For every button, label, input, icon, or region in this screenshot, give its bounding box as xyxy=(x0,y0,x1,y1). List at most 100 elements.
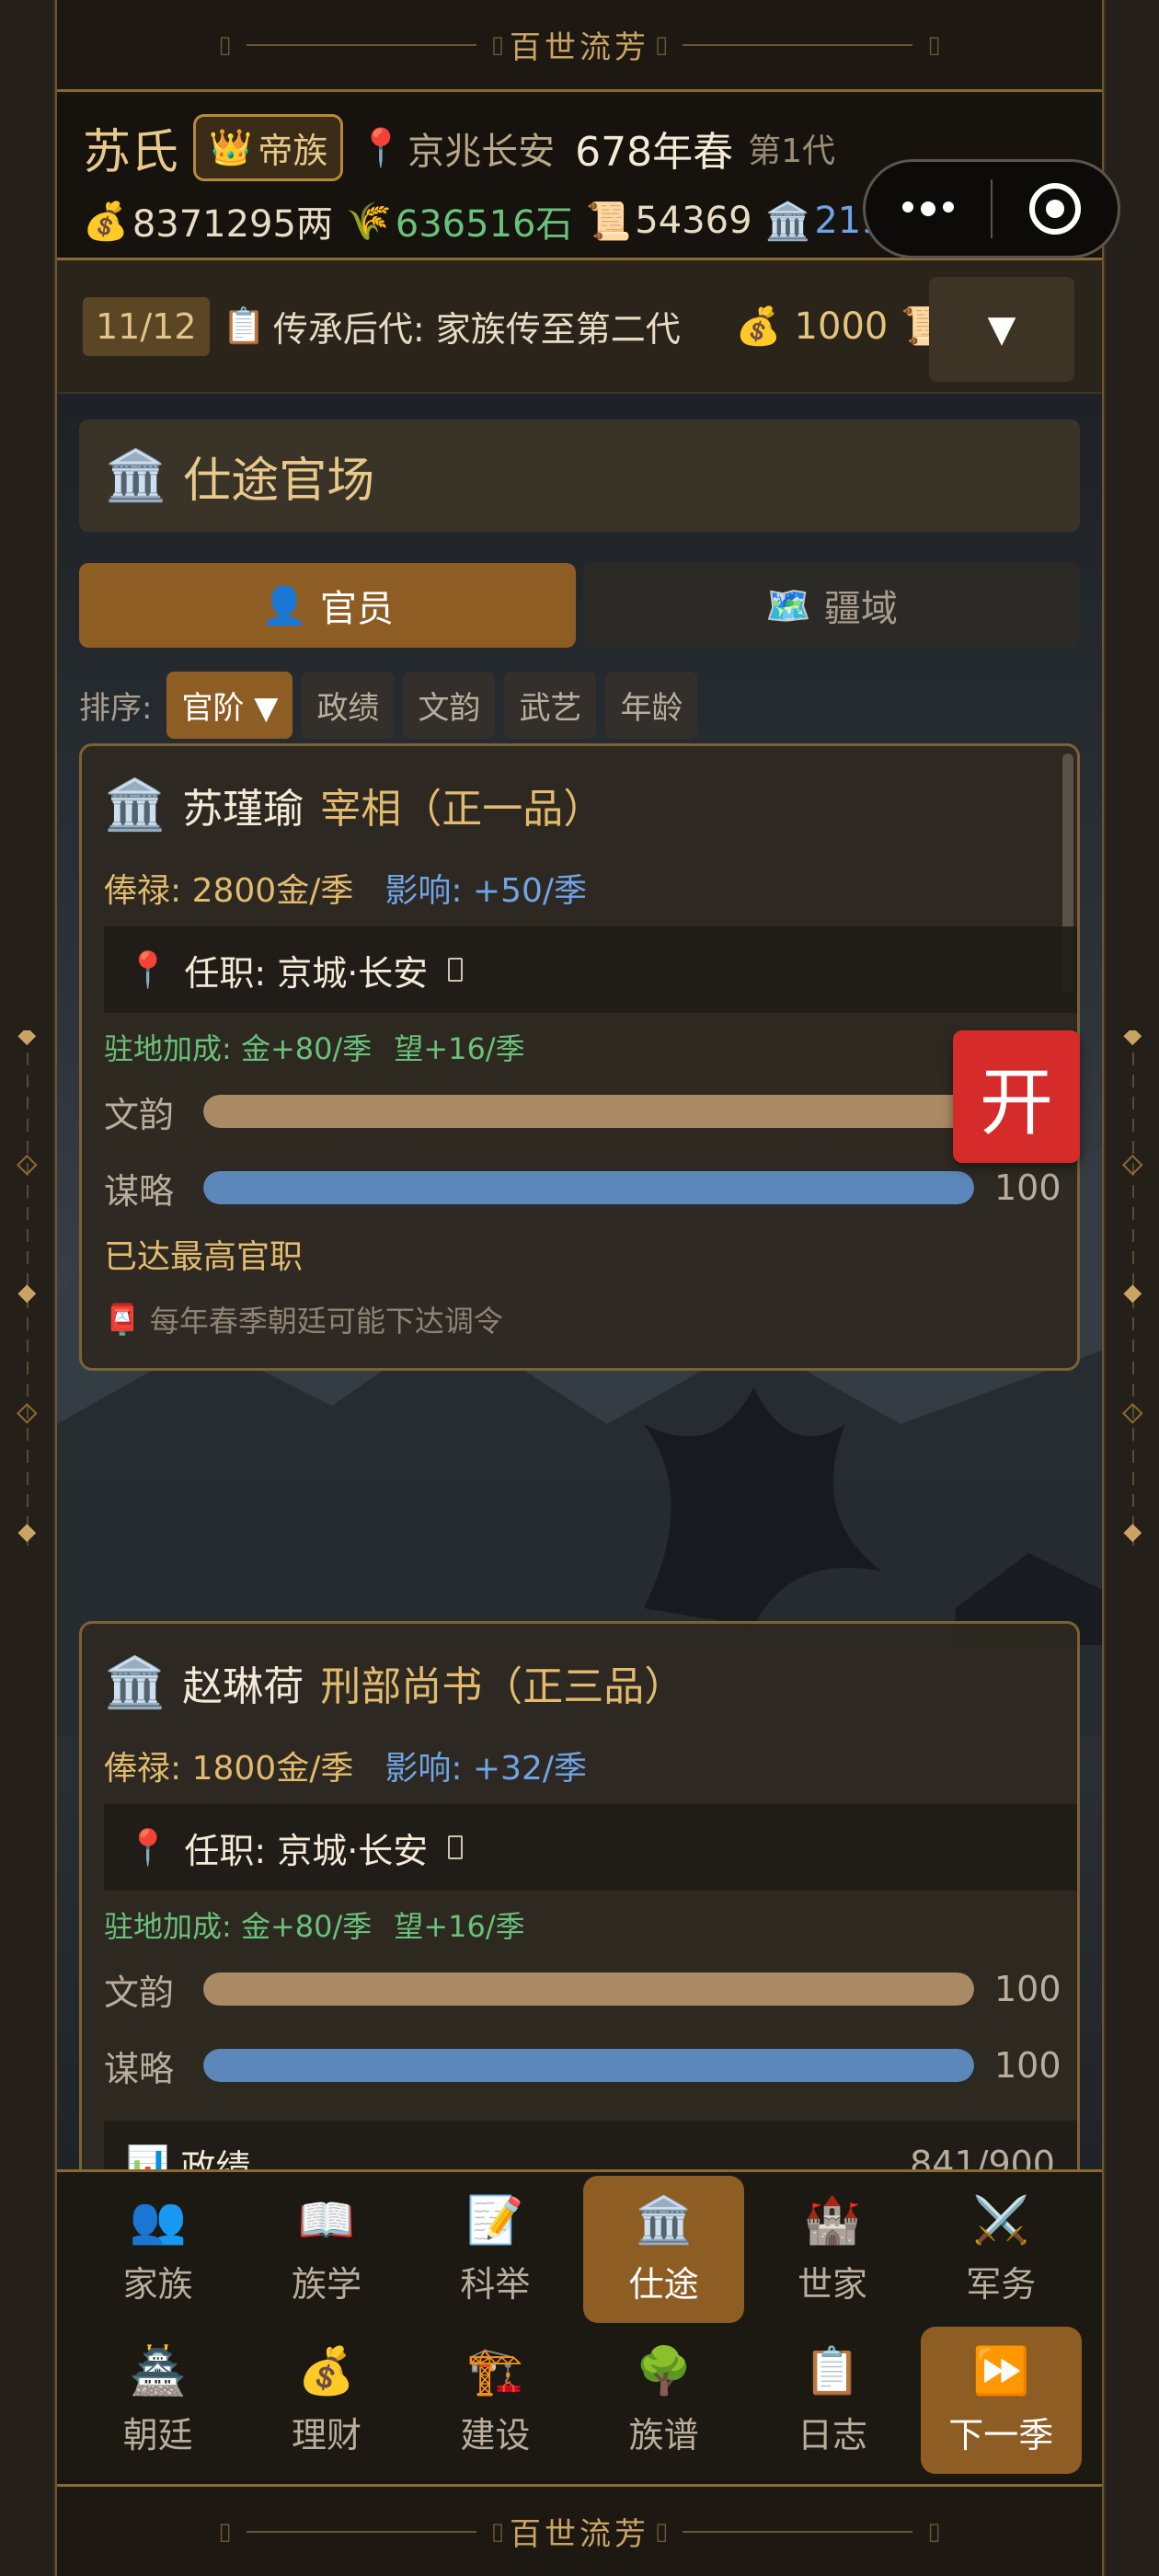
banner-line xyxy=(683,43,913,46)
resource-gold: 💰 8371295两 xyxy=(83,194,333,247)
banner-cap-mid: ▯ xyxy=(490,30,504,59)
scroll-icon: 📜 xyxy=(585,200,632,243)
postbox-icon: 📮 xyxy=(104,1302,141,1337)
stat-bar-fill xyxy=(203,1972,974,2006)
book-icon: 📖 xyxy=(297,2192,356,2247)
stat-value: 100 xyxy=(994,1969,1061,2009)
task-description: 📋 传承后代: 家族传至第二代 xyxy=(223,301,681,351)
bonus-fame: 望+16/季 xyxy=(394,1031,525,1066)
dot xyxy=(921,201,935,216)
sort-option-martial[interactable]: 武艺 xyxy=(504,672,597,739)
grain-value: 636516石 xyxy=(395,203,573,246)
nav-row-2: 🏯 朝廷 💰 理财 🏗️ 建设 🌳 族谱 📋 日志 ⏩ 下一季 xyxy=(74,2327,1085,2474)
post-label: 任职: 京城·长安 xyxy=(184,1830,429,1871)
official-rank: 刑部尚书（正三品） xyxy=(320,1663,685,1710)
target-icon xyxy=(1029,183,1081,235)
stat-bar xyxy=(203,1171,974,1204)
tab-label: 疆域 xyxy=(823,588,898,630)
nav-item-military[interactable]: ⚔️ 军务 xyxy=(921,2176,1082,2323)
banner-cap-left: ▯ xyxy=(218,2517,232,2546)
official-title: 🏛️ 苏瑾瑜 宰相（正一品） xyxy=(104,776,603,834)
tab-territory[interactable]: 🗺️ 疆域 xyxy=(583,563,1080,648)
post-row[interactable]: 📍 任职: 京城·长安 xyxy=(104,926,1077,1013)
sort-option-rank[interactable]: 官阶 ▼ xyxy=(166,672,293,739)
close-miniprogram-button[interactable] xyxy=(993,183,1118,235)
banner-cap-right: ▯ xyxy=(927,30,941,59)
government-icon: 🏛️ xyxy=(104,776,166,834)
nav-item-exam[interactable]: 📝 科举 xyxy=(415,2176,576,2323)
main-content[interactable]: 🏛️ 仕途官场 👤 官员 🗺️ 疆域 排序: 官阶 ▼ 政绩 文韵 武艺 年龄 xyxy=(57,394,1102,2169)
official-title: 🏛️ 赵琳荷 刑部尚书（正三品） xyxy=(104,1653,684,1712)
family-name: 苏氏 xyxy=(83,125,179,180)
sort-option-literary[interactable]: 文韵 xyxy=(403,672,496,739)
more-menu-button[interactable] xyxy=(866,201,991,216)
nav-label: 族学 xyxy=(291,2263,361,2305)
official-rank: 宰相（正一品） xyxy=(320,786,604,833)
caret-down-icon: ▼ xyxy=(987,308,1016,351)
bottom-banner: ▯ ▯ 百世流芳 ▯ ▯ xyxy=(57,2484,1102,2576)
task-counter: 11/12 xyxy=(83,296,210,356)
stat-bar xyxy=(203,2049,974,2082)
exam-icon: 📝 xyxy=(466,2192,524,2247)
nav-label: 家族 xyxy=(122,2263,193,2305)
nav-label: 军务 xyxy=(966,2263,1037,2305)
nav-item-build[interactable]: 🏗️ 建设 xyxy=(415,2327,576,2474)
dot xyxy=(902,201,913,213)
official-card[interactable]: 🏛️ 苏瑾瑜 宰相（正一品） 俸禄: 2800金/季 影响: +50/季 📍 任… xyxy=(79,743,1080,1371)
nav-item-school[interactable]: 📖 族学 xyxy=(246,2176,407,2323)
edit-icon[interactable] xyxy=(448,1835,464,1859)
post-row[interactable]: 📍 任职: 京城·长安 xyxy=(104,1804,1077,1891)
banner-title: 百世流芳 xyxy=(510,2516,649,2553)
government-icon: 🏛️ xyxy=(764,200,811,243)
nav-item-family[interactable]: 👥 家族 xyxy=(77,2176,238,2323)
status-badge[interactable]: 👑 帝族 xyxy=(193,114,344,181)
stat-row-strategy: 谋略 100 xyxy=(104,2042,1061,2089)
salary: 俸禄: 2800金/季 xyxy=(104,872,354,910)
nav-item-genealogy[interactable]: 🌳 族谱 xyxy=(583,2327,744,2474)
task-text: 传承后代: 家族传至第二代 xyxy=(272,309,681,350)
task-dropdown-button[interactable]: ▼ xyxy=(929,277,1074,382)
bonus-gold: 驻地加成: 金+80/季 xyxy=(104,1031,373,1066)
scroll-value: 54369 xyxy=(635,200,752,242)
clipboard-icon: 📋 xyxy=(803,2343,862,2398)
banner-line xyxy=(246,43,476,46)
nav-item-court[interactable]: 🏯 朝廷 xyxy=(77,2327,238,2474)
stat-row-literary: 文韵 100 xyxy=(104,1966,1061,2013)
banner-cap-mid: ▯ xyxy=(490,2517,504,2546)
person-icon: 👤 xyxy=(261,584,307,627)
nav-item-career[interactable]: 🏛️ 仕途 xyxy=(582,2176,745,2323)
open-label: 开 xyxy=(980,1060,1053,1145)
tab-officials[interactable]: 👤 官员 xyxy=(79,563,576,648)
crane-icon: 🏗️ xyxy=(466,2343,524,2398)
merit-label: 政绩 xyxy=(180,2146,251,2170)
tree-icon: 🌳 xyxy=(635,2343,693,2398)
banner-line xyxy=(683,2530,913,2533)
stat-label: 文韵 xyxy=(104,1972,175,2013)
open-floating-button[interactable]: 开 xyxy=(953,1030,1080,1163)
sort-option-merit[interactable]: 政绩 xyxy=(302,672,395,739)
miniprogram-capsule xyxy=(863,159,1120,259)
stat-bar-fill xyxy=(203,1095,974,1128)
family-header: 苏氏 👑 帝族 📍 京兆长安 678年春 第1代 💰 8371295两 🌾 63… xyxy=(57,95,1120,260)
post-label: 任职: 京城·长安 xyxy=(184,952,429,994)
section-title: 仕途官场 xyxy=(183,453,375,509)
money-bag-icon: 💰 xyxy=(297,2343,356,2398)
money-bag-icon: 💰 xyxy=(735,305,782,348)
banner-cap-mid: ▯ xyxy=(655,2517,669,2546)
stat-label: 谋略 xyxy=(104,1170,175,1212)
nav-item-log[interactable]: 📋 日志 xyxy=(752,2327,912,2474)
stat-bar-fill xyxy=(203,1171,974,1204)
nav-item-finance[interactable]: 💰 理财 xyxy=(246,2327,407,2474)
sort-option-age[interactable]: 年龄 xyxy=(605,672,698,739)
task-bar: 11/12 📋 传承后代: 家族传至第二代 💰 1000 📜 500 ▼ xyxy=(57,260,1102,394)
official-card[interactable]: 🏛️ 赵琳荷 刑部尚书（正三品） 俸禄: 1800金/季 影响: +32/季 📍… xyxy=(79,1621,1080,2169)
nav-label: 世家 xyxy=(797,2263,867,2305)
edit-icon[interactable] xyxy=(448,958,464,982)
stat-bar xyxy=(203,1972,974,2006)
next-season-button[interactable]: ⏩ 下一季 xyxy=(920,2327,1082,2474)
nav-item-clans[interactable]: 🏰 世家 xyxy=(752,2176,912,2323)
left-rail xyxy=(0,0,55,2576)
clipboard-icon: 📋 xyxy=(222,305,266,346)
post-bonus: 驻地加成: 金+80/季 望+16/季 xyxy=(104,1903,525,1946)
crown-icon: 👑 xyxy=(209,127,253,167)
